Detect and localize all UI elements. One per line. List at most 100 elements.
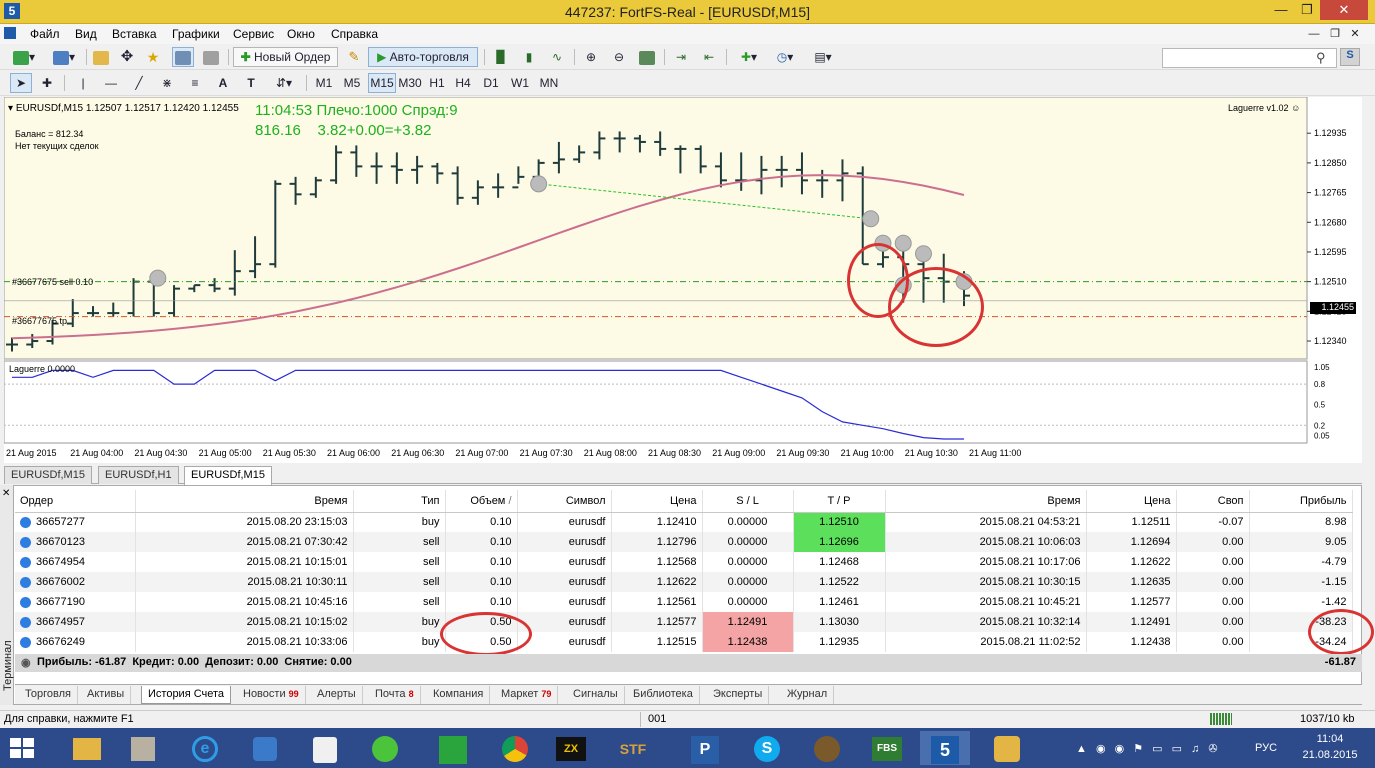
tile-windows-button[interactable] (636, 47, 658, 67)
clock-time[interactable]: 11:04 (1305, 733, 1355, 745)
horizontal-line-button[interactable]: — (100, 73, 122, 93)
clock-date[interactable]: 21.08.2015 (1295, 749, 1365, 761)
trendline-button[interactable]: ╱ (128, 73, 150, 93)
menu-file[interactable]: Файл (30, 27, 60, 41)
col-swap[interactable]: Своп (1176, 490, 1250, 513)
mdi-restore-button[interactable]: ❐ (1326, 24, 1344, 44)
taskbar-app3[interactable] (802, 731, 852, 765)
bar-chart-button[interactable]: ▉ (490, 47, 512, 67)
taskbar-audio[interactable] (240, 731, 290, 765)
terminal-tab[interactable]: Торговля (19, 686, 78, 704)
taskbar-app4[interactable] (982, 731, 1032, 765)
channel-button[interactable]: ⋇ (156, 73, 178, 93)
close-button[interactable]: ✕ (1320, 0, 1368, 20)
tf-m15[interactable]: M15 (368, 73, 396, 93)
taskbar-store[interactable] (428, 731, 478, 765)
start-button[interactable] (10, 738, 34, 758)
col-close-price[interactable]: Цена (1086, 490, 1177, 513)
taskbar-chrome[interactable] (490, 731, 540, 765)
tray-icons[interactable]: ▲ ◉ ◉ ⚑ ▭ ▭ ♫ ✇ (1076, 742, 1256, 755)
label-button[interactable]: T (240, 73, 262, 93)
chart-tab[interactable]: EURUSDf,H1 (98, 466, 179, 484)
taskbar-metatrader[interactable]: 5 (920, 731, 970, 765)
terminal-tab[interactable]: История Счета (141, 686, 232, 704)
profiles-button[interactable]: ▾ (46, 47, 82, 67)
community-icon[interactable]: S (1340, 48, 1360, 66)
table-row[interactable]: 36657277 2015.08.20 23:15:03 buy 0.10 eurusd… (15, 512, 1353, 532)
terminal-tab[interactable]: Эксперты (707, 686, 770, 704)
taskbar-fbs[interactable]: FBS (862, 731, 912, 765)
autoscroll-button[interactable]: ⇥ (670, 47, 692, 67)
menu-insert[interactable]: Вставка (112, 27, 157, 41)
table-row[interactable]: 36674954 2015.08.21 10:15:01 sell 0.10 eurus… (15, 552, 1353, 572)
candles-button[interactable]: ▮ (518, 47, 540, 67)
templates-button[interactable]: ▤▾ (806, 47, 840, 67)
mdi-close-button[interactable]: ✕ (1346, 24, 1364, 44)
mdi-icon[interactable] (4, 27, 16, 39)
order-line-sell-label[interactable]: #36677675 sell 0.10 (12, 277, 93, 287)
taskbar-explorer[interactable] (62, 731, 112, 765)
terminal-button[interactable] (172, 47, 194, 67)
minimize-button[interactable]: — (1268, 0, 1294, 20)
auto-trading-button[interactable]: ▶ Авто-торговля (368, 47, 478, 67)
arrows-button[interactable]: ⇵▾ (268, 73, 300, 93)
table-row[interactable]: 36676002 2015.08.21 10:30:11 sell 0.10 eurus… (15, 572, 1353, 592)
tester-button[interactable] (200, 47, 222, 67)
terminal-tab[interactable]: Журнал (781, 686, 835, 704)
navigator-button[interactable]: ✥ (116, 47, 138, 67)
terminal-tab[interactable]: Почта 8 (369, 686, 421, 704)
table-row[interactable]: 36676249 2015.08.21 10:33:06 buy 0.50 eurusd… (15, 632, 1353, 652)
tf-m30[interactable]: M30 (396, 73, 424, 93)
taskbar-zx[interactable]: ZX (546, 731, 596, 765)
menu-view[interactable]: Вид (75, 27, 97, 41)
terminal-tab[interactable]: Сигналы (567, 686, 625, 704)
cursor-button[interactable]: ➤ (10, 73, 32, 93)
new-order-button[interactable]: ✚ Новый Ордер (233, 47, 338, 67)
chart-window[interactable]: 1.12935 1.12850 1.12765 1.12680 1.12595 1.125… (4, 97, 1362, 463)
menu-window[interactable]: Окно (287, 27, 315, 41)
maximize-button[interactable]: ❐ (1294, 0, 1320, 20)
close-terminal-icon[interactable]: ✕ (2, 488, 10, 499)
taskbar-app2[interactable] (300, 731, 350, 765)
metaeditor-button[interactable]: ✎ (344, 47, 364, 67)
search-input[interactable] (1162, 48, 1337, 68)
text-button[interactable]: A (212, 73, 234, 93)
terminal-tab[interactable]: Компания (427, 686, 491, 704)
mdi-minimize-button[interactable]: — (1305, 24, 1323, 44)
price-chart[interactable]: 1.12935 1.12850 1.12765 1.12680 1.12595 1.125… (4, 97, 1362, 463)
table-row[interactable]: 36677190 2015.08.21 10:45:16 sell 0.10 eurus… (15, 592, 1353, 612)
taskbar-icq[interactable] (360, 731, 410, 765)
periods-button[interactable]: ◷▾ (768, 47, 802, 67)
terminal-tab[interactable]: Алерты (311, 686, 363, 704)
chart-tab-active[interactable]: EURUSDf,M15 (184, 466, 272, 485)
col-price[interactable]: Цена (611, 490, 703, 513)
taskbar-p[interactable]: P (680, 731, 730, 765)
col-profit[interactable]: Прибыль (1249, 490, 1353, 513)
indicators-button[interactable]: ✚▾ (732, 47, 766, 67)
data-window-button[interactable]: ★ (142, 47, 164, 67)
vertical-line-button[interactable]: | (72, 73, 94, 93)
col-type[interactable]: Тип (353, 490, 446, 513)
fibo-button[interactable]: ≡ (184, 73, 206, 93)
zoom-in-button[interactable]: ⊕ (580, 47, 602, 67)
line-chart-button[interactable]: ∿ (546, 47, 568, 67)
order-line-tp-label[interactable]: #36677675 tp (12, 316, 67, 326)
tf-d1[interactable]: D1 (480, 73, 502, 93)
col-order[interactable]: Ордер (15, 490, 136, 513)
table-row[interactable]: 36670123 2015.08.21 07:30:42 sell 0.10 eurus… (15, 532, 1353, 552)
taskbar-app[interactable] (118, 731, 168, 765)
tf-h4[interactable]: H4 (452, 73, 474, 93)
terminal-tab[interactable]: Маркет 79 (495, 686, 559, 704)
tf-m1[interactable]: M1 (312, 73, 336, 93)
market-watch-button[interactable] (90, 47, 112, 67)
table-row[interactable]: 36674957 2015.08.21 10:15:02 buy 0.50 eurusd… (15, 612, 1353, 632)
terminal-tab[interactable]: Новости 99 (237, 686, 306, 704)
col-tp[interactable]: T / P (793, 490, 886, 513)
col-time[interactable]: Время (135, 490, 354, 513)
collapse-icon[interactable]: ▾ (8, 103, 13, 114)
col-sl[interactable]: S / L (702, 490, 794, 513)
taskbar-skype[interactable]: S (742, 731, 792, 765)
menu-charts[interactable]: Графики (172, 27, 220, 41)
terminal-tab[interactable]: Активы (81, 686, 132, 704)
taskbar-ie[interactable]: e (180, 731, 230, 765)
